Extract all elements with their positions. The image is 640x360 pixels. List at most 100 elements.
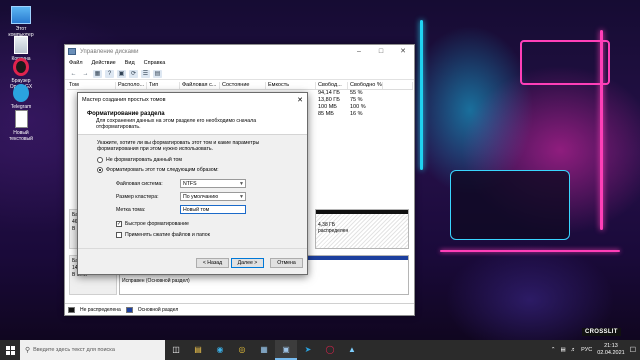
unallocated-partition[interactable]: 4,38 ГБ распределен xyxy=(315,209,409,249)
next-button[interactable]: Далее > xyxy=(231,258,264,268)
free-space-cell: 100 МБ xyxy=(318,104,337,110)
clock[interactable]: 21:13 02.04.2021 xyxy=(597,343,625,357)
chevron-up-icon[interactable]: ⌃ xyxy=(551,347,556,353)
store-icon[interactable]: ▦ xyxy=(253,340,275,360)
volume-table-header: Том Располо... Тип Файловая с... Состоян… xyxy=(67,82,413,90)
window-title: Управление дисками xyxy=(80,48,139,55)
rescan-icon[interactable]: ⟳ xyxy=(129,69,138,78)
compression-checkbox[interactable] xyxy=(116,232,122,238)
file-system-row: Файловая система: NTFS ▼ xyxy=(116,179,246,188)
help-icon[interactable]: ? xyxy=(105,69,114,78)
legend-swatch-primary xyxy=(125,306,133,313)
taskbar: ⚲ Введите здесь текст для поиска ◫ ▤ ◉ ◎… xyxy=(0,340,640,360)
partition-health: Исправен (Основной раздел) xyxy=(122,278,190,284)
chrome-icon[interactable]: ◎ xyxy=(231,340,253,360)
taskbar-search-box[interactable]: ⚲ Введите здесь текст для поиска xyxy=(20,340,165,360)
desktop-icon-text-file[interactable]: Новый текстовый xyxy=(4,110,38,142)
column-header[interactable]: Состояние xyxy=(220,82,266,89)
cancel-button[interactable]: Отмена xyxy=(270,258,303,268)
menu-action[interactable]: Действие xyxy=(92,60,116,66)
minimize-button[interactable]: – xyxy=(348,45,370,58)
radio-no-format[interactable]: Не форматировать данный том xyxy=(97,157,307,163)
chevron-down-icon: ▼ xyxy=(239,180,244,187)
back-arrow-icon[interactable]: ← xyxy=(69,70,78,78)
radio-format[interactable]: Форматировать этот том следующим образом… xyxy=(97,167,307,173)
compression-checkbox-row[interactable]: Применять сжатие файлов и папок xyxy=(116,232,210,238)
wizard-intro-text: Укажите, хотите ли вы форматировать этот… xyxy=(97,140,260,152)
wizard-subheading: Для сохранения данных на этом разделе ег… xyxy=(96,118,257,130)
recycle-bin-icon xyxy=(14,36,28,54)
dialog-titlebar[interactable]: Мастер создания простых томов ✕ xyxy=(78,93,307,107)
properties-icon[interactable]: ▣ xyxy=(117,69,126,78)
file-system-label: Файловая система: xyxy=(116,180,163,187)
quick-format-checkbox[interactable]: ✓ xyxy=(116,221,122,227)
free-space-cell: 94,14 ГБ xyxy=(318,90,340,96)
network-icon[interactable]: ▤ xyxy=(560,347,565,353)
column-header[interactable]: Том xyxy=(67,82,116,89)
console-icon[interactable]: ▤ xyxy=(153,69,162,78)
task-view-icon[interactable]: ◫ xyxy=(165,340,187,360)
neon-decoration xyxy=(520,40,610,85)
free-percent-cell: 16 % xyxy=(350,111,363,117)
windows-logo-icon xyxy=(5,345,15,355)
clock-date: 02.04.2021 xyxy=(597,350,625,356)
disk-view-icon[interactable]: ▦ xyxy=(93,69,102,78)
notifications-icon[interactable]: ☐ xyxy=(630,346,636,354)
desktop-icon-this-pc[interactable]: Этот компьютер xyxy=(4,6,38,38)
free-space-cell: 13,80 ГБ xyxy=(318,97,340,103)
opera-gx-icon xyxy=(13,58,29,76)
menu-bar: Файл Действие Вид Справка xyxy=(65,58,414,68)
language-indicator[interactable]: РУС xyxy=(581,347,592,353)
volume-label-row: Метка тома: Новый том xyxy=(116,205,246,214)
column-header[interactable]: Емкость xyxy=(266,82,316,89)
desktop-icon-telegram[interactable]: Telegram xyxy=(4,84,38,110)
free-space-cell: 85 МБ xyxy=(318,111,334,117)
cluster-size-select[interactable]: По умолчанию ▼ xyxy=(180,192,246,201)
menu-help[interactable]: Справка xyxy=(144,60,166,66)
forward-arrow-icon[interactable]: → xyxy=(81,70,90,78)
volume-label-input[interactable]: Новый том xyxy=(180,205,246,214)
free-percent-cell: 55 % xyxy=(350,90,363,96)
checkbox-label: Применять сжатие файлов и папок xyxy=(125,232,210,238)
wizard-heading: Форматирование раздела xyxy=(87,111,165,117)
partition-status: распределен xyxy=(318,228,349,234)
new-simple-volume-wizard: Мастер создания простых томов ✕ Форматир… xyxy=(77,92,308,275)
chevron-down-icon: ▼ xyxy=(239,193,244,200)
telegram-taskbar-icon[interactable]: ➤ xyxy=(297,340,319,360)
back-button[interactable]: < Назад xyxy=(196,258,229,268)
menu-view[interactable]: Вид xyxy=(125,60,135,66)
quick-format-checkbox-row[interactable]: ✓ Быстрое форматирование xyxy=(116,221,189,227)
column-header[interactable]: Располо... xyxy=(116,82,147,89)
toolbar: ← → ▦ ? ▣ ⟳ ☰ ▤ xyxy=(65,68,414,80)
radio-button[interactable] xyxy=(97,157,103,163)
column-header[interactable]: Файловая с... xyxy=(180,82,220,89)
volume-icon[interactable]: ♬ xyxy=(571,347,577,353)
column-header[interactable]: Свобод... xyxy=(316,82,348,89)
close-button[interactable]: ✕ xyxy=(392,45,414,58)
view-list-icon[interactable]: ☰ xyxy=(141,69,150,78)
wizard-footer: < Назад Далее > Отмена xyxy=(78,248,307,274)
legend-label: Не распределена xyxy=(80,306,121,313)
wizard-body: Укажите, хотите ли вы форматировать этот… xyxy=(78,135,307,249)
maximize-button[interactable]: □ xyxy=(370,45,392,58)
app-taskbar-icon[interactable]: ▲ xyxy=(341,340,363,360)
search-placeholder: Введите здесь текст для поиска xyxy=(33,347,115,353)
checkbox-label: Быстрое форматирование xyxy=(125,221,189,227)
disk-management-icon xyxy=(68,48,76,55)
window-titlebar[interactable]: Управление дисками – □ ✕ xyxy=(65,45,414,58)
watermark-logo: CROSSLIT xyxy=(582,328,621,336)
close-icon[interactable]: ✕ xyxy=(293,96,307,104)
radio-button-selected[interactable] xyxy=(97,167,103,173)
disk-management-taskbar-icon[interactable]: ▣ xyxy=(275,340,297,360)
file-system-select[interactable]: NTFS ▼ xyxy=(180,179,246,188)
radio-label: Не форматировать данный том xyxy=(106,157,182,163)
opera-gx-taskbar-icon[interactable]: ◯ xyxy=(319,340,341,360)
column-header[interactable]: Свободно % xyxy=(348,82,383,89)
edge-icon[interactable]: ◉ xyxy=(209,340,231,360)
menu-file[interactable]: Файл xyxy=(69,60,83,66)
select-value: По умолчанию xyxy=(183,193,219,200)
file-explorer-icon[interactable]: ▤ xyxy=(187,340,209,360)
start-button[interactable] xyxy=(0,340,20,360)
column-header[interactable]: Тип xyxy=(147,82,180,89)
cluster-size-row: Размер кластера: По умолчанию ▼ xyxy=(116,192,246,201)
